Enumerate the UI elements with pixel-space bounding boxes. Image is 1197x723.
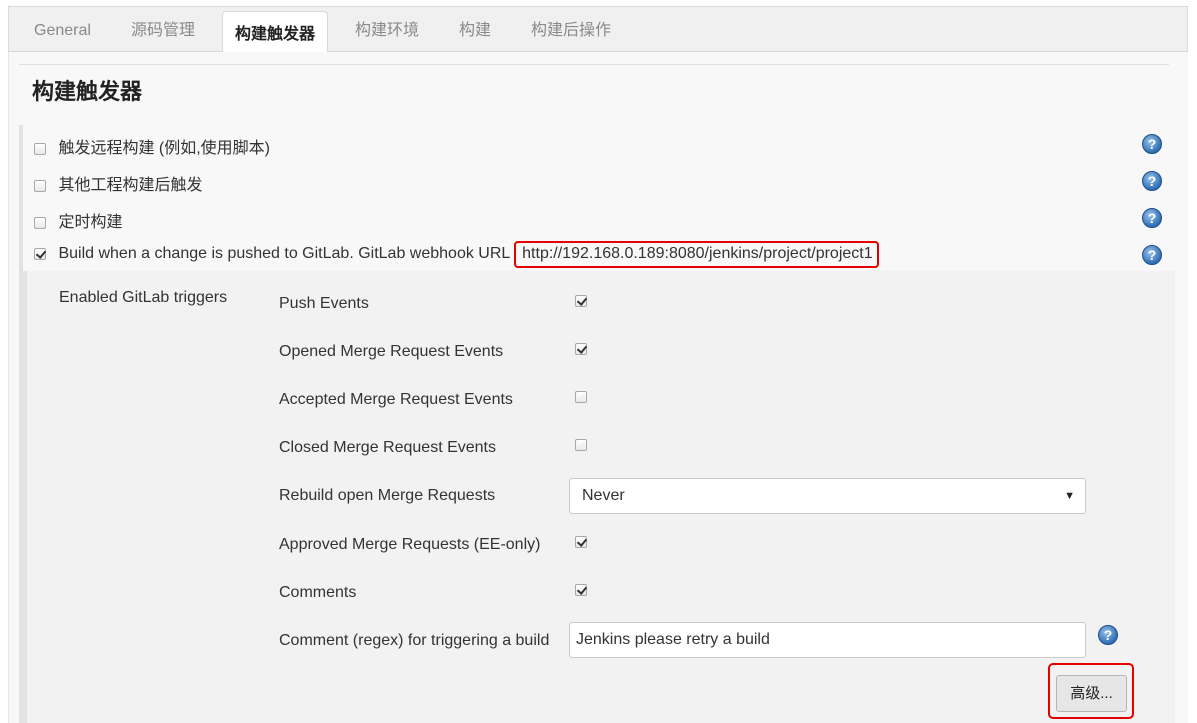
approved-mr-checkbox[interactable] <box>575 536 587 548</box>
comment-regex-value: Jenkins please retry a build <box>576 631 770 648</box>
accepted-mr-label: Accepted Merge Request Events <box>279 391 513 408</box>
tab-general[interactable]: General <box>34 7 91 52</box>
trigger-remote-checkbox[interactable] <box>34 142 46 155</box>
trigger-periodic: 定时构建 <box>34 208 122 232</box>
approved-mr-label: Approved Merge Requests (EE-only) <box>279 536 541 553</box>
trigger-after-other-label: 其他工程构建后触发 <box>58 177 203 194</box>
advanced-button[interactable]: 高级... <box>1056 675 1127 712</box>
help-icon[interactable]: ? <box>1098 625 1118 645</box>
tab-build[interactable]: 构建 <box>459 7 491 52</box>
push-events-checkbox[interactable] <box>575 295 587 307</box>
trigger-gitlab-push: Build when a change is pushed to GitLab.… <box>34 241 879 268</box>
trigger-gitlab-label: Build when a change is pushed to GitLab.… <box>58 245 510 262</box>
comment-regex-input[interactable]: Jenkins please retry a build <box>569 622 1086 658</box>
push-events-label: Push Events <box>279 295 369 312</box>
trigger-remote-label: 触发远程构建 (例如,使用脚本) <box>58 140 271 157</box>
accepted-mr-checkbox[interactable] <box>575 391 587 403</box>
trigger-gitlab-checkbox[interactable] <box>34 247 46 260</box>
comment-regex-label: Comment (regex) for triggering a build <box>279 632 550 649</box>
rebuild-mr-value: Never <box>582 487 625 504</box>
help-icon[interactable]: ? <box>1142 134 1162 154</box>
trigger-after-other-projects: 其他工程构建后触发 <box>34 171 202 195</box>
help-icon[interactable]: ? <box>1142 208 1162 228</box>
comments-checkbox[interactable] <box>575 584 587 596</box>
opened-mr-checkbox[interactable] <box>575 343 587 355</box>
comments-label: Comments <box>279 584 357 601</box>
trigger-periodic-checkbox[interactable] <box>34 216 46 229</box>
webhook-url: http://192.168.0.189:8080/jenkins/projec… <box>514 241 879 268</box>
tab-post-build[interactable]: 构建后操作 <box>531 7 611 52</box>
divider <box>19 64 1169 65</box>
tab-bar: General 源码管理 构建触发器 构建环境 构建 构建后操作 <box>8 6 1188 57</box>
closed-mr-checkbox[interactable] <box>575 439 587 451</box>
help-icon[interactable]: ? <box>1142 171 1162 191</box>
rebuild-mr-select[interactable]: Never ▼ <box>569 478 1086 514</box>
gitlab-triggers-group-label: Enabled GitLab triggers <box>59 289 228 306</box>
closed-mr-label: Closed Merge Request Events <box>279 439 496 456</box>
tab-source-control[interactable]: 源码管理 <box>131 7 195 52</box>
tab-build-triggers[interactable]: 构建触发器 <box>222 11 329 57</box>
build-triggers-panel: 构建触发器 触发远程构建 (例如,使用脚本) ? 其他工程构建后触发 ? 定时构… <box>8 52 1188 723</box>
tab-build-environment[interactable]: 构建环境 <box>355 7 419 52</box>
help-icon[interactable]: ? <box>1142 245 1162 265</box>
trigger-after-other-checkbox[interactable] <box>34 179 46 192</box>
rebuild-mr-label: Rebuild open Merge Requests <box>279 487 496 504</box>
section-title: 构建触发器 <box>32 79 143 104</box>
opened-mr-label: Opened Merge Request Events <box>279 343 504 360</box>
caret-down-icon: ▼ <box>1064 490 1075 502</box>
trigger-periodic-label: 定时构建 <box>58 214 123 231</box>
trigger-remote: 触发远程构建 (例如,使用脚本) <box>34 134 270 158</box>
